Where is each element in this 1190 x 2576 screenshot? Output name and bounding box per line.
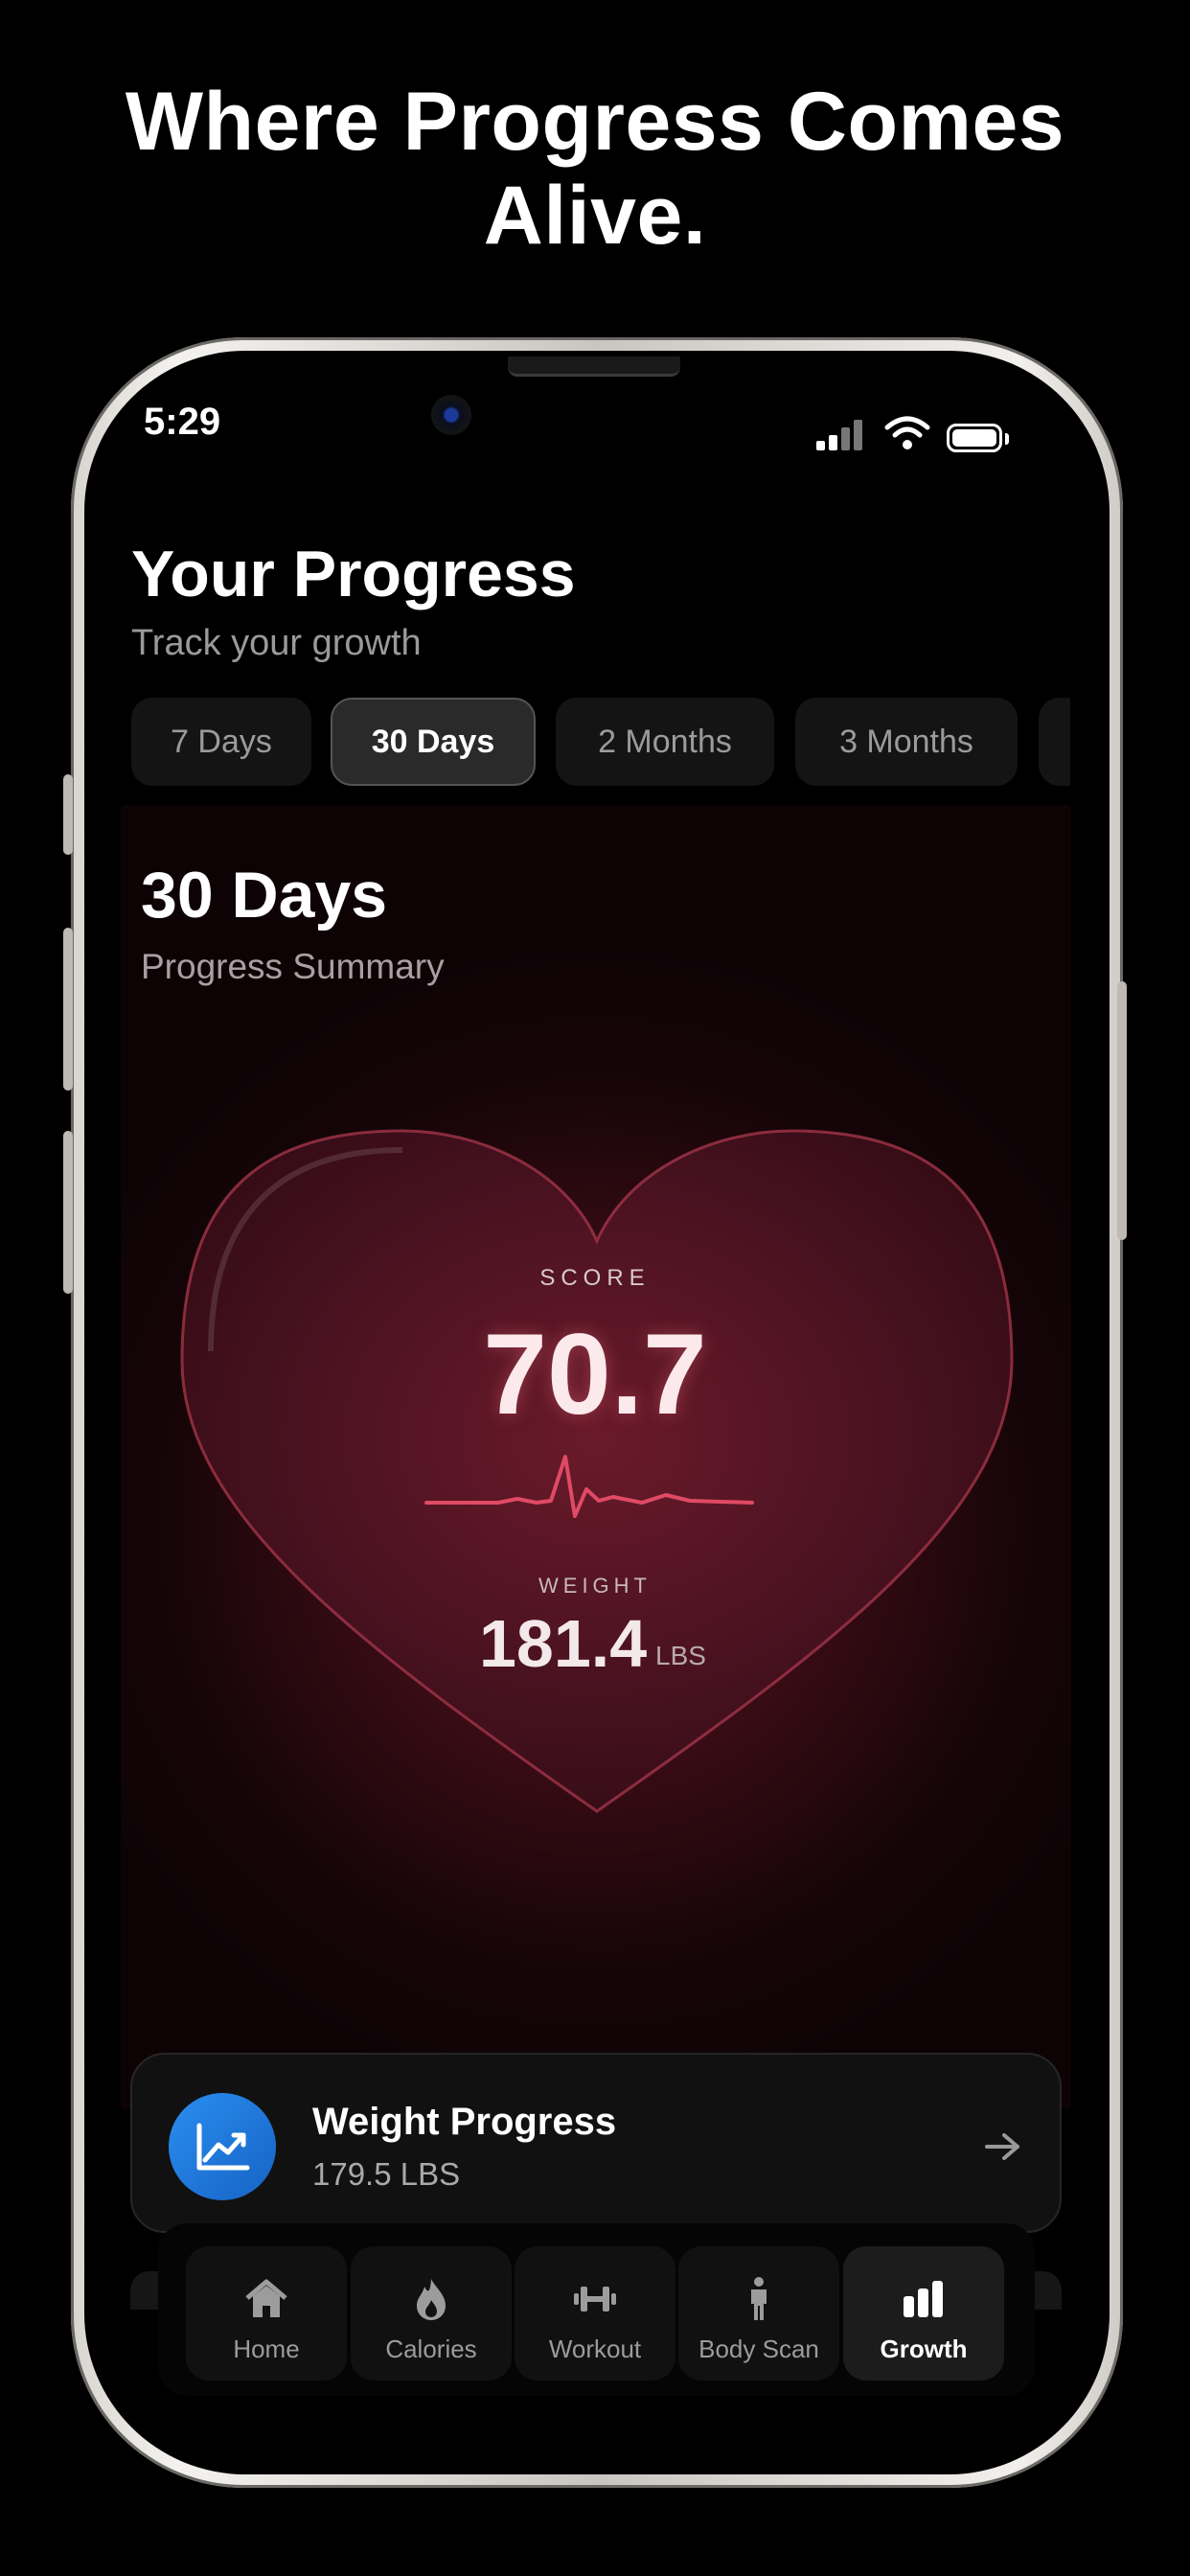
heartbeat-line-icon (424, 1455, 754, 1518)
earpiece-speaker (508, 356, 680, 377)
nav-label: Home (233, 2334, 300, 2363)
weight-value: 181.4 (479, 1606, 648, 1681)
cellular-signal-icon (814, 420, 864, 450)
score-value: 70.7 (483, 1310, 707, 1438)
weight-progress-title: Weight Progress (312, 2101, 617, 2143)
trend-up-icon (169, 2093, 276, 2200)
wifi-icon (884, 416, 930, 449)
summary-title: 30 Days (141, 859, 388, 932)
nav-growth[interactable]: Growth (843, 2246, 1004, 2380)
weight-progress-value: 179.5 LBS (312, 2156, 461, 2192)
nav-calories[interactable]: Calories (351, 2246, 512, 2380)
page-title: Your Progress (131, 538, 576, 610)
tab-label: 30 Days (371, 723, 495, 760)
tab-label: 2 Months (598, 723, 732, 760)
tab-3-months[interactable]: 3 Months (795, 698, 1018, 786)
tab-30-days[interactable]: 30 Days (331, 698, 536, 786)
nav-home[interactable]: Home (186, 2246, 347, 2380)
home-icon (245, 2279, 287, 2317)
summary-subtitle: Progress Summary (141, 947, 445, 986)
power-button (1117, 981, 1127, 1240)
body-icon (751, 2277, 767, 2320)
dumbbell-icon (574, 2287, 616, 2312)
tab-label: 7 Days (171, 723, 272, 760)
battery-tip (1005, 433, 1009, 445)
tab-2-months[interactable]: 2 Months (556, 698, 774, 786)
bar-chart-icon (904, 2281, 943, 2317)
period-tabs: 7 Days 30 Days 2 Months 3 Months (131, 698, 1070, 786)
nav-label: Growth (880, 2334, 968, 2363)
headline-line-1: Where Progress Comes (125, 76, 1065, 168)
nav-label: Workout (548, 2334, 642, 2363)
nav-body-scan[interactable]: Body Scan (678, 2246, 839, 2380)
weight-unit: LBS (655, 1641, 706, 1670)
arrow-right-icon[interactable] (981, 2128, 1025, 2166)
nav-label: Calories (385, 2334, 477, 2363)
tab-more[interactable] (1039, 698, 1070, 786)
battery-icon (947, 424, 1002, 452)
marketing-headline: Where Progress Comes Alive. (0, 75, 1190, 263)
page-subtitle: Track your growth (131, 623, 422, 663)
nav-workout[interactable]: Workout (515, 2246, 675, 2380)
score-label: SCORE (539, 1265, 651, 1291)
flame-icon (417, 2279, 446, 2320)
headline-line-2: Alive. (483, 170, 707, 262)
volume-up-button (63, 928, 73, 1091)
tab-7-days[interactable]: 7 Days (131, 698, 311, 786)
status-time: 5:29 (144, 401, 221, 443)
front-camera (431, 395, 471, 435)
nav-label: Body Scan (698, 2334, 819, 2363)
weight-label: WEIGHT (538, 1574, 652, 1598)
mute-switch (63, 774, 73, 855)
tab-label: 3 Months (839, 723, 973, 760)
